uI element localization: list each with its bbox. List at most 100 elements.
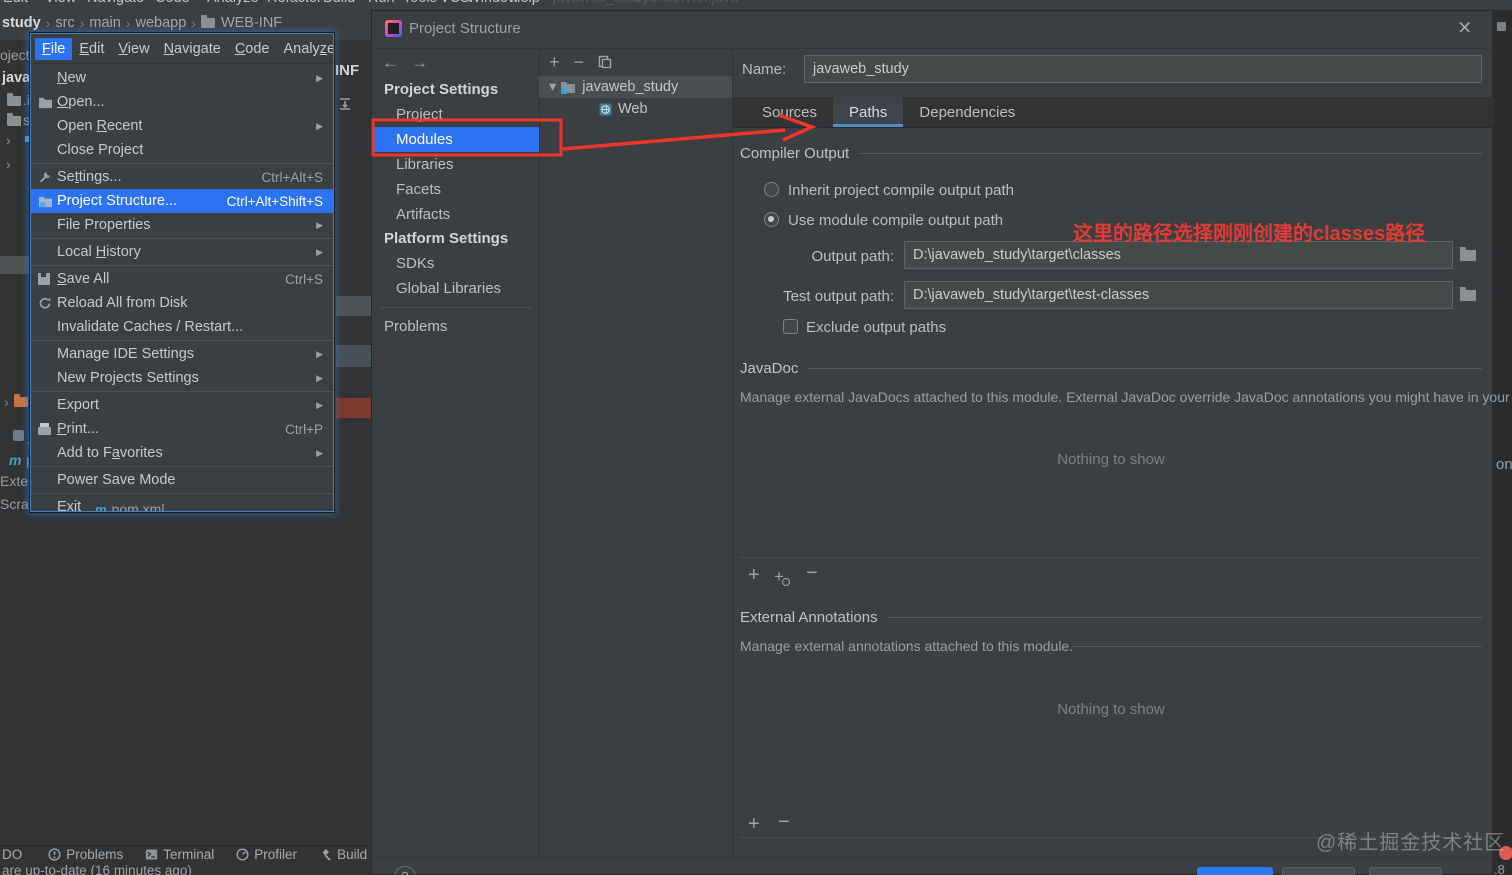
menu-item-settings[interactable]: Settings... Ctrl+Alt+S xyxy=(31,165,333,189)
menubar-item[interactable]: Tools xyxy=(403,0,437,6)
statusbar-terminal[interactable]: Terminal xyxy=(145,847,214,862)
menu-item-exit[interactable]: Exit xyxy=(31,495,333,511)
menubar-item[interactable]: Edit xyxy=(3,0,28,6)
menubar-item[interactable]: Run xyxy=(368,0,395,6)
menubar-item[interactable]: Navigate xyxy=(87,0,144,6)
menu-item-close-project[interactable]: Close Project xyxy=(31,138,333,162)
menu-analyze[interactable]: Analyze xyxy=(277,38,334,60)
sidebar-item-project[interactable]: Project xyxy=(372,102,539,127)
menu-edit[interactable]: Edit xyxy=(72,38,111,60)
tree-row-facet[interactable]: Web xyxy=(539,98,732,120)
help-button[interactable]: ? xyxy=(394,866,416,875)
name-input[interactable]: javaweb_study xyxy=(804,55,1482,83)
sidebar-section-header: Platform Settings xyxy=(384,230,509,247)
menu-item-power-save-mode[interactable]: Power Save Mode xyxy=(31,468,333,492)
todo-fragment[interactable]: DO xyxy=(2,847,22,862)
chevron-icon[interactable]: › xyxy=(6,156,11,172)
statusbar-profiler[interactable]: Profiler xyxy=(236,847,297,862)
sidebar-item-libraries[interactable]: Libraries xyxy=(372,152,539,177)
statusbar-build[interactable]: Build xyxy=(319,847,367,862)
menu-item-invalidate-caches[interactable]: Invalidate Caches / Restart... xyxy=(31,315,333,339)
chevron-down-icon[interactable]: ▾ xyxy=(539,79,560,95)
menu-view[interactable]: View xyxy=(111,38,156,60)
breadcrumb-segment[interactable]: WEB-INF xyxy=(221,15,282,31)
remove-icon[interactable]: − xyxy=(778,812,790,832)
menu-item-print[interactable]: Print... Ctrl+P xyxy=(31,417,333,441)
menu-item-local-history[interactable]: Local History ▶ xyxy=(31,240,333,264)
reload-icon xyxy=(38,296,57,310)
statusbar-problems[interactable]: Problems xyxy=(48,847,123,862)
scroll-from-source-icon[interactable] xyxy=(337,96,353,112)
forward-icon[interactable]: → xyxy=(411,53,428,73)
menu-file[interactable]: File xyxy=(35,37,73,60)
menu-item-reload-all[interactable]: Reload All from Disk xyxy=(31,291,333,315)
chevron-icon[interactable]: › xyxy=(6,132,11,148)
menu-item-new-projects-settings[interactable]: New Projects Settings ▶ xyxy=(31,366,333,390)
breadcrumb-segment[interactable]: main xyxy=(89,15,120,31)
menubar-item[interactable]: VCS xyxy=(440,0,470,6)
test-output-path-input[interactable]: D:\javaweb_study\target\test-classes xyxy=(904,281,1453,309)
radio-use-module-label[interactable]: Use module compile output path xyxy=(788,212,1003,229)
menu-item-open-recent[interactable]: Open Recent ▶ xyxy=(31,114,333,138)
cancel-button[interactable] xyxy=(1282,867,1355,875)
menu-navigate[interactable]: Navigate xyxy=(157,38,228,60)
exclude-output-label[interactable]: Exclude output paths xyxy=(806,319,946,336)
radio-inherit-label[interactable]: Inherit project compile output path xyxy=(788,182,1014,199)
chevron-icon[interactable]: › xyxy=(4,394,9,410)
breadcrumb-segment[interactable]: study xyxy=(2,15,41,31)
back-icon[interactable]: ← xyxy=(382,53,399,73)
sidebar-item-artifacts[interactable]: Artifacts xyxy=(372,202,539,227)
remove-icon[interactable]: − xyxy=(574,52,585,73)
sidebar-item-problems[interactable]: Problems xyxy=(372,314,539,339)
save-icon xyxy=(38,273,57,285)
section-title: External Annotations xyxy=(740,609,878,626)
breadcrumb-segment[interactable]: webapp xyxy=(135,15,186,31)
apply-button[interactable] xyxy=(1369,867,1442,875)
add-icon[interactable]: + xyxy=(748,565,760,585)
ok-button[interactable] xyxy=(1197,867,1273,875)
menu-code[interactable]: Code xyxy=(228,38,277,60)
panel-divider xyxy=(732,48,733,857)
sidebar-item-sdks[interactable]: SDKs xyxy=(372,251,539,276)
submenu-arrow-icon: ▶ xyxy=(316,348,323,359)
menu-item-save-all[interactable]: Save All Ctrl+S xyxy=(31,267,333,291)
close-icon[interactable]: × xyxy=(1458,14,1471,41)
menubar-item[interactable]: Help xyxy=(510,0,540,6)
exclude-output-checkbox[interactable] xyxy=(783,319,798,334)
breadcrumb-segment[interactable]: src xyxy=(55,15,74,31)
submenu-arrow-icon: ▶ xyxy=(316,120,323,131)
menu-item-export[interactable]: Export ▶ xyxy=(31,393,333,417)
menu-separator xyxy=(31,238,333,239)
sidebar-item-modules[interactable]: Modules xyxy=(372,127,539,152)
add-icon[interactable]: + xyxy=(748,814,760,834)
add-icon[interactable]: + xyxy=(549,52,560,73)
add-url-icon[interactable]: + xyxy=(774,568,790,586)
browse-folder-icon[interactable] xyxy=(1460,247,1476,261)
menubar-item[interactable]: Code xyxy=(155,0,190,6)
menubar-item[interactable]: View xyxy=(45,0,76,6)
tab-sources[interactable]: Sources xyxy=(746,97,833,127)
tab-dependencies[interactable]: Dependencies xyxy=(903,97,1031,127)
tab-paths[interactable]: Paths xyxy=(833,97,904,127)
remove-icon[interactable]: − xyxy=(806,563,818,583)
submenu-arrow-icon: ▶ xyxy=(316,372,323,383)
radio-use-module-output[interactable] xyxy=(764,212,779,227)
stop-icon[interactable] xyxy=(1497,22,1506,31)
copy-icon[interactable] xyxy=(598,55,612,69)
menu-item-project-structure[interactable]: Project Structure... Ctrl+Alt+Shift+S xyxy=(31,189,333,213)
menu-item-file-properties[interactable]: File Properties ▶ xyxy=(31,213,333,237)
menu-item-new[interactable]: New ▶ xyxy=(31,66,333,90)
sidebar-item-facets[interactable]: Facets xyxy=(372,177,539,202)
menubar-item[interactable]: Refactor xyxy=(267,0,322,6)
menu-item-add-to-favorites[interactable]: Add to Favorites ▶ xyxy=(31,441,333,465)
browse-folder-icon[interactable] xyxy=(1460,287,1476,301)
tree-row-module[interactable]: ▾ javaweb_study xyxy=(539,76,732,98)
menu-item-open[interactable]: Open... xyxy=(31,90,333,114)
menubar-item[interactable]: Build xyxy=(323,0,355,6)
radio-inherit-output[interactable] xyxy=(764,182,779,197)
menu-item-manage-ide-settings[interactable]: Manage IDE Settings ▶ xyxy=(31,342,333,366)
sidebar-item-global-libraries[interactable]: Global Libraries xyxy=(372,276,539,301)
menubar-item[interactable]: Analyze xyxy=(207,0,259,6)
project-panel-title-fragment: oject xyxy=(0,47,30,63)
red-note-text: 这里的路径选择刚刚创建的classes路径 xyxy=(1073,223,1426,245)
